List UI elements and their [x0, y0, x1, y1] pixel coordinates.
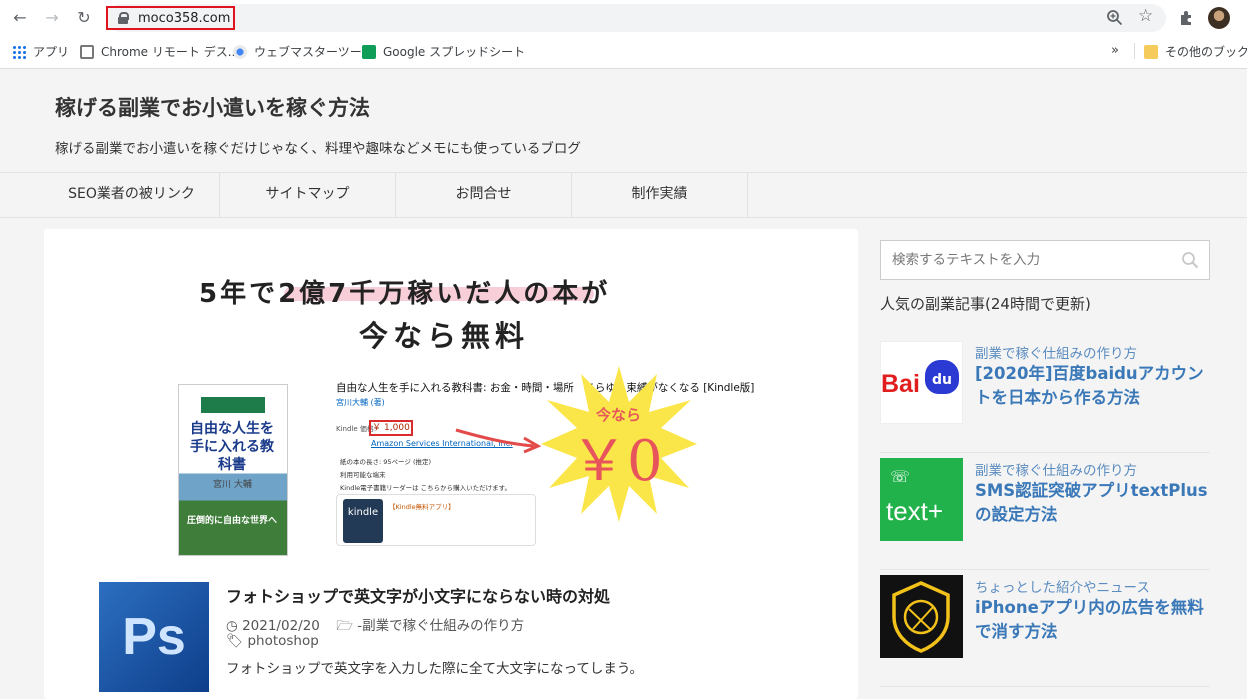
bookmarks-overflow[interactable]: » [1111, 43, 1119, 58]
baidu-logo-text: Bai [881, 370, 920, 398]
post-excerpt: フォトショップで英文字を入力した際に全て大文字になってしまう。 [226, 661, 644, 677]
bullet-item: 紙の本の長さ: 95ページ (推定) [340, 458, 432, 466]
search-icon[interactable] [1181, 251, 1199, 269]
zoom-icon[interactable] [1106, 9, 1124, 27]
clock-icon: ◷ [226, 618, 238, 634]
ad-banner[interactable]: 5年で2億7千万稼いだ人の本が 今なら無料 自由な人生を手に入れる教科書 宮川 … [178, 249, 754, 556]
forward-icon[interactable]: → [42, 8, 62, 28]
bullet-item: 利用可能な端末 [340, 471, 386, 479]
bookmark-chrome-remote[interactable]: Chrome リモート デス... [80, 43, 239, 60]
site-description: 稼げる副業でお小遣いを稼ぐだけじゃなく、料理や趣味などメモにも使っているブログ [55, 141, 581, 157]
book-tagline: 圧倒的に自由な世界へ [187, 516, 278, 526]
popular-post-item[interactable]: ☏ text+ 副業で稼ぐ仕組みの作り方 SMS認証突破アプリtextPlusの… [880, 458, 1210, 570]
post-category[interactable]: 副業で稼ぐ仕組みの作り方 [975, 459, 1137, 479]
kindle-app-box: kindle 【Kindle無料アプリ】 [336, 494, 536, 546]
reload-icon[interactable]: ↻ [74, 8, 94, 28]
kindle-logo: kindle [343, 499, 383, 543]
book-cover: 自由な人生を手に入れる教科書 宮川 大輔 圧倒的に自由な世界へ [178, 384, 288, 556]
post-tag[interactable]: photoshop [247, 633, 318, 649]
post-thumbnail[interactable]: Ps [99, 582, 209, 692]
post-date: 2021/02/20 [242, 618, 320, 634]
arrow-icon [455, 428, 542, 454]
bookmarks-divider [1134, 43, 1135, 59]
post-category[interactable]: -副業で稼ぐ仕組みの作り方 [357, 618, 524, 634]
post-title[interactable]: iPhoneアプリ内の広告を無料で消す方法 [975, 596, 1215, 644]
nav-item-works[interactable]: 制作実績 [572, 173, 748, 218]
product-author: 宮川大輔 (著) [336, 398, 385, 407]
post-entry: Ps フォトショップで英文字が小文字にならない時の対処 ◷ 2021/02/20… [99, 582, 839, 699]
product-bullets: 紙の本の長さ: 95ページ (推定) 利用可能な端末 Kindle電子書籍リーダ… [340, 456, 511, 495]
tag-icon: 🏷 [226, 633, 244, 649]
main-content: 5年で2億7千万稼いだ人の本が 今なら無料 自由な人生を手に入れる教科書 宮川 … [44, 229, 858, 699]
book-badge [201, 397, 265, 413]
folder-open-icon: 🗁 [336, 618, 353, 634]
textplus-thumbnail[interactable]: ☏ text+ [880, 458, 963, 541]
search-box [880, 240, 1210, 280]
nav-item-contact[interactable]: お問合せ [396, 173, 572, 218]
bookmark-other[interactable]: その他のブックマー [1144, 43, 1247, 60]
search-input[interactable] [881, 241, 1171, 279]
site-header: 稼げる副業でお小遣いを稼ぐ方法 稼げる副業でお小遣いを稼ぐだけじゃなく、料理や趣… [0, 70, 1247, 173]
bookmark-webmaster[interactable]: ウェブマスターツール [233, 43, 374, 60]
baidu-paw-icon: du [925, 360, 959, 394]
popular-post-item[interactable]: Bai du 副業で稼ぐ仕組みの作り方 [2020年]百度baiduアカウントを… [880, 341, 1210, 453]
textplus-logo: text+ [886, 496, 944, 526]
back-icon[interactable]: ← [10, 8, 30, 28]
url-text: moco358.com [138, 10, 231, 26]
remote-desktop-icon [80, 44, 94, 59]
nav-item-sitemap[interactable]: サイトマップ [220, 173, 396, 218]
shield-network-icon [892, 581, 950, 653]
post-title[interactable]: [2020年]百度baiduアカウントを日本から作る方法 [975, 362, 1215, 410]
site-title[interactable]: 稼げる副業でお小遣いを稼ぐ方法 [55, 92, 370, 122]
post-category[interactable]: 副業で稼ぐ仕組みの作り方 [975, 342, 1137, 362]
folder-icon [1144, 44, 1158, 59]
sheets-icon [362, 44, 376, 59]
post-title[interactable]: フォトショップで英文字が小文字にならない時の対処 [226, 583, 610, 607]
bookmark-apps[interactable]: アプリ [12, 43, 69, 60]
global-nav: SEO業者の被リンク サイトマップ お問合せ 制作実績 [0, 173, 1247, 218]
bookmarks-bar: アプリ Chrome リモート デス... ウェブマスターツール Google … [0, 39, 1247, 63]
popular-post-item[interactable]: ちょっとした紹介やニュース iPhoneアプリ内の広告を無料で消す方法 [880, 575, 1210, 687]
omnibox[interactable] [106, 4, 1166, 32]
post-category[interactable]: ちょっとした紹介やニュース [975, 576, 1150, 596]
phone-icon: ☏ [890, 467, 911, 486]
book-title: 自由な人生を手に入れる教科書 [190, 421, 274, 473]
kindle-app-label: 【Kindle無料アプリ】 [389, 503, 455, 511]
address-bar[interactable]: moco358.com [106, 6, 235, 30]
webmaster-icon [233, 44, 247, 59]
star-icon[interactable]: ☆ [1138, 7, 1153, 25]
post-tags: 🏷 photoshop [226, 633, 319, 649]
book-author: 宮川 大輔 [213, 480, 252, 490]
lock-icon [118, 12, 129, 24]
banner-headline: 5年で2億7千万稼いだ人の本が [199, 279, 611, 309]
browser-chrome: ← → ↻ moco358.com ☆ アプリ Chrome リモート デス..… [0, 0, 1247, 69]
profile-avatar[interactable] [1208, 7, 1230, 29]
product-price: ￥ 1,000 [369, 420, 413, 436]
post-title[interactable]: SMS認証突破アプリtextPlusの設定方法 [975, 479, 1215, 527]
extensions-icon[interactable] [1178, 9, 1196, 27]
bookmark-sheets[interactable]: Google スプレッドシート [362, 43, 525, 60]
burst-price: ￥0 [571, 429, 663, 494]
baidu-thumbnail[interactable]: Bai du [880, 341, 963, 424]
adblock-thumbnail[interactable] [880, 575, 963, 658]
apps-grid-icon [12, 44, 26, 59]
nav-item-seo-backlinks[interactable]: SEO業者の被リンク [44, 173, 220, 218]
banner-subheadline: 今なら無料 [359, 319, 530, 353]
widget-title: 人気の副業記事(24時間で更新) [880, 295, 1091, 313]
